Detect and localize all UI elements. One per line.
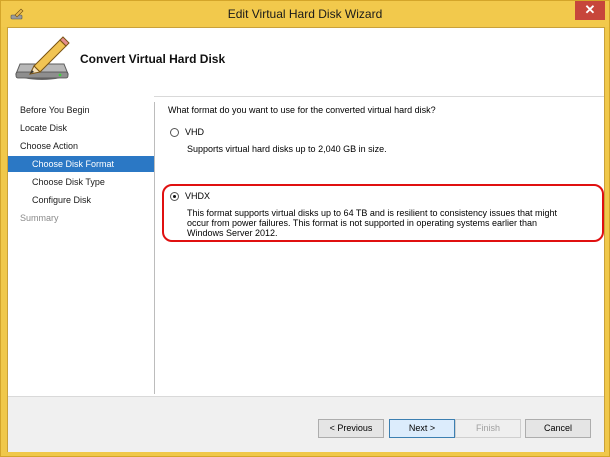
next-button[interactable]: Next >: [389, 419, 455, 438]
wizard-footer: < Previous Next > Finish Cancel: [8, 396, 604, 452]
wizard-header: Convert Virtual Hard Disk: [8, 28, 604, 97]
cancel-button[interactable]: Cancel: [525, 419, 591, 438]
previous-button[interactable]: < Previous: [318, 419, 384, 438]
wizard-nav: Before You Begin Locate Disk Choose Acti…: [8, 96, 154, 396]
close-button[interactable]: ✕: [575, 1, 605, 20]
nav-divider: [154, 102, 155, 394]
nav-item-before-you-begin[interactable]: Before You Begin: [8, 102, 154, 118]
nav-item-locate-disk[interactable]: Locate Disk: [8, 120, 154, 136]
vhdx-radio[interactable]: [170, 191, 179, 201]
format-options-panel: What format do you want to use for the c…: [162, 102, 604, 382]
title-bar[interactable]: Edit Virtual Hard Disk Wizard ✕: [1, 1, 609, 27]
nav-item-summary: Summary: [20, 213, 59, 223]
nav-item-choose-disk-type[interactable]: Choose Disk Type: [8, 174, 154, 190]
vhdx-description: This format supports virtual disks up to…: [187, 208, 557, 238]
page-title: Convert Virtual Hard Disk: [80, 52, 226, 66]
nav-item-choose-action[interactable]: Choose Action: [8, 138, 154, 154]
finish-button: Finish: [455, 419, 521, 438]
wizard-window: Edit Virtual Hard Disk Wizard ✕ Convert …: [0, 0, 610, 457]
nav-item-configure-disk[interactable]: Configure Disk: [8, 192, 154, 208]
vhd-option[interactable]: VHD: [170, 127, 204, 137]
vhdx-option[interactable]: VHDX: [170, 191, 210, 201]
close-icon: ✕: [584, 2, 596, 17]
vhdx-label[interactable]: VHDX: [185, 191, 210, 201]
nav-item-choose-disk-format[interactable]: Choose Disk Format: [8, 156, 154, 172]
wizard-client-area: Convert Virtual Hard Disk Before You Beg…: [7, 27, 605, 452]
format-question: What format do you want to use for the c…: [168, 105, 436, 115]
vhd-radio[interactable]: [170, 127, 179, 137]
window-title: Edit Virtual Hard Disk Wizard: [227, 7, 383, 21]
vhd-label[interactable]: VHD: [185, 127, 204, 137]
vhd-description: Supports virtual hard disks up to 2,040 …: [187, 144, 387, 154]
disk-pencil-icon: [15, 36, 70, 80]
